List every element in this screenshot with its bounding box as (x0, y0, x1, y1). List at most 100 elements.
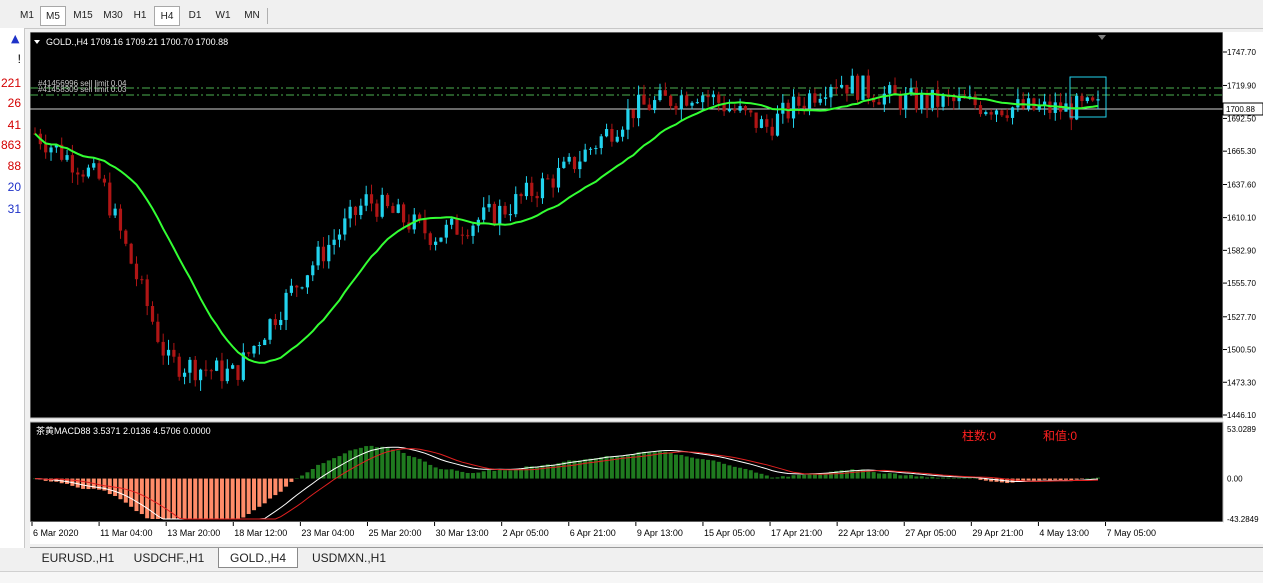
candle-body (284, 292, 288, 320)
macd-histogram-bar (310, 468, 315, 479)
macd-histogram-bar (914, 476, 919, 479)
candle-body (626, 109, 630, 130)
macd-histogram-bar (631, 454, 636, 479)
candle-body (759, 119, 764, 128)
candle-body (856, 75, 860, 100)
candle-body (102, 178, 107, 183)
candle-body (711, 94, 715, 98)
macd-histogram-bar (684, 456, 689, 479)
candle-body (305, 275, 310, 288)
candle-body (177, 356, 181, 377)
tab-usdmxn[interactable]: USDMXN.,H1 (304, 548, 394, 568)
candle-body (978, 105, 983, 115)
macd-tick-label: 53.0289 (1227, 425, 1256, 434)
candle-body (364, 194, 368, 206)
macd-histogram-bar (764, 475, 769, 479)
macd-histogram-bar (556, 463, 561, 479)
macd-histogram-bar (1063, 478, 1068, 480)
macd-histogram-bar (786, 476, 791, 479)
macd-histogram-bar (1074, 478, 1079, 480)
candle-body (76, 172, 80, 175)
candle-body (604, 129, 609, 137)
timeframe-d1[interactable]: D1 (182, 6, 208, 26)
macd-histogram-bar (716, 461, 721, 479)
timeframe-m15[interactable]: M15 (68, 6, 98, 26)
macd-histogram-bar (732, 466, 737, 479)
candle-body (765, 119, 769, 127)
candle-body (391, 206, 395, 213)
left-value: 26 (7, 96, 21, 110)
macd-histogram-bar (380, 446, 385, 479)
macd-histogram-bar (978, 478, 983, 480)
candle-body (498, 205, 502, 225)
candle-body (268, 319, 272, 340)
candle-body (850, 75, 854, 94)
time-tick-label: 29 Apr 21:00 (972, 528, 1023, 538)
candle-body (1026, 98, 1031, 109)
macd-histogram-bar (657, 451, 662, 479)
macd-histogram-bar (882, 473, 887, 479)
timeframe-w1[interactable]: W1 (210, 6, 236, 26)
time-tick-label: 23 Mar 04:00 (301, 528, 354, 538)
tab-usdchf[interactable]: USDCHF.,H1 (126, 548, 212, 568)
price-tick-label: 1500.50 (1227, 346, 1256, 355)
macd-histogram-bar (508, 470, 513, 479)
candle-body (471, 225, 475, 236)
price-tick-label: 1692.50 (1227, 114, 1256, 123)
macd-histogram-bar (551, 464, 556, 479)
candle-body (166, 349, 171, 356)
time-tick-label: 27 Apr 05:00 (905, 528, 956, 538)
macd-histogram-bar (497, 470, 502, 479)
time-tick-label: 17 Apr 21:00 (771, 528, 822, 538)
time-tick-label: 2 Apr 05:00 (503, 528, 549, 538)
candle-body (172, 349, 176, 357)
macd-histogram-bar (935, 477, 940, 479)
candle-body (738, 106, 742, 111)
tab-eurusd[interactable]: EURUSD.,H1 (36, 548, 120, 568)
candle-body (257, 345, 261, 347)
candle-body (994, 110, 999, 115)
macd-histogram-bar (700, 459, 705, 479)
candle-body (204, 369, 208, 371)
candle-body (81, 174, 85, 177)
candle-body (375, 203, 379, 217)
candle-body (1080, 95, 1084, 102)
macd-histogram-bar (690, 457, 695, 479)
chart-tabs: EURUSD.,H1 USDCHF.,H1 GOLD.,H4 USDMXN.,H… (30, 547, 1263, 570)
timeframe-h4[interactable]: H4 (154, 6, 180, 26)
timeframe-h1[interactable]: H1 (128, 6, 152, 26)
macd-histogram-bar (412, 457, 417, 479)
chart-window[interactable]: GOLD.,H4 1709.16 1709.21 1700.70 1700.88… (29, 31, 1263, 544)
macd-histogram-bar (535, 466, 540, 479)
candle-body (220, 360, 224, 382)
macd-sum-annotation: 和值:0 (1043, 428, 1077, 443)
macd-histogram-bar (289, 478, 294, 482)
candle-body (337, 234, 342, 240)
candle-body (487, 203, 491, 208)
candle-body (1048, 101, 1052, 113)
macd-histogram-bar (364, 446, 369, 479)
macd-histogram-bar (652, 452, 657, 479)
timeframe-m1[interactable]: M1 (14, 6, 40, 26)
macd-histogram-bar (353, 449, 358, 479)
tab-gold[interactable]: GOLD.,H4 (218, 548, 298, 568)
scroll-up-icon[interactable]: ▲ (11, 32, 19, 45)
timeframe-m5[interactable]: M5 (40, 6, 66, 26)
candle-body (615, 136, 619, 142)
candle-body (380, 194, 384, 217)
macd-histogram-bar (198, 478, 203, 519)
macd-histogram-bar (294, 478, 299, 479)
left-value: 221 (0, 76, 21, 90)
candle-body (770, 126, 774, 136)
macd-histogram-bar (1031, 478, 1036, 481)
candle-body (925, 93, 929, 108)
macd-histogram-bar (139, 478, 144, 515)
price-chart-svg[interactable]: GOLD.,H4 1709.16 1709.21 1700.70 1700.88… (29, 31, 1263, 544)
timeframe-m30[interactable]: M30 (98, 6, 128, 26)
timeframe-mn[interactable]: MN (238, 6, 266, 26)
macd-histogram-bar (316, 464, 321, 479)
candle-body (685, 95, 689, 106)
macd-histogram-bar (796, 474, 801, 479)
candle-body (567, 156, 571, 162)
candle-body (279, 319, 283, 326)
